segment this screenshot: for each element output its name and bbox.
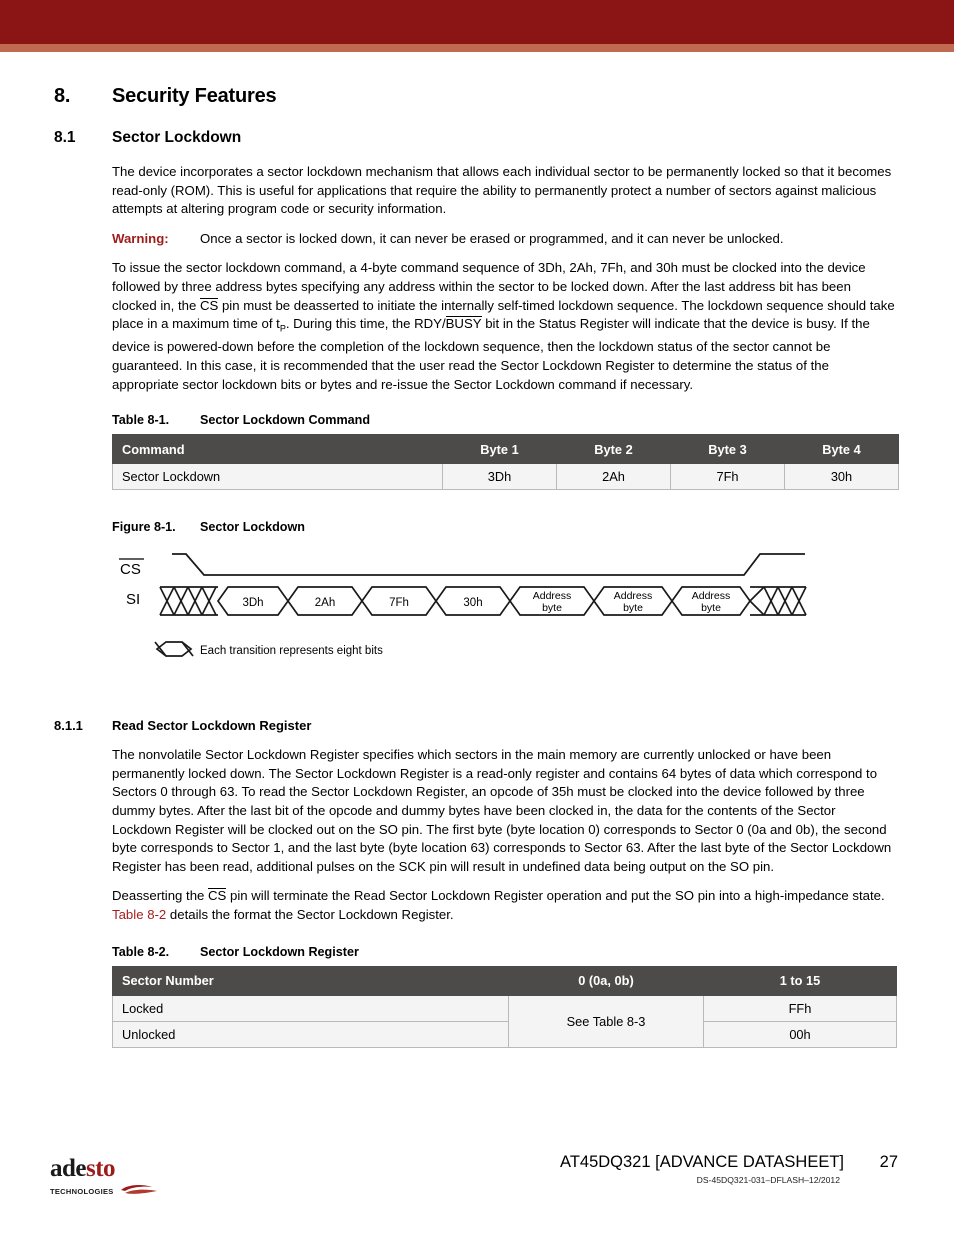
cs-waveform-label: CS	[119, 558, 144, 578]
table-8-1-caption-title: Sector Lockdown Command	[200, 413, 371, 428]
logo-tagline: TECHNOLOGIES	[50, 1186, 114, 1196]
figure-legend-text: Each transition represents eight bits	[200, 645, 383, 657]
table-8-2-cell-unlocked-value: 00h	[703, 1020, 897, 1048]
footer-doc-title: AT45DQ321 [ADVANCE DATASHEET]	[560, 1153, 844, 1171]
logo-wordmark: adesto	[50, 1155, 170, 1182]
warning-text: Once a sector is locked down, it can nev…	[200, 230, 784, 246]
figure-8-1-caption-title: Sector Lockdown	[200, 520, 305, 535]
paragraph-sector-lockdown-intro: The device incorporates a sector lockdow…	[112, 164, 892, 217]
cross-reference-table-8-2[interactable]: Table 8-2	[112, 907, 166, 922]
header-band-secondary	[0, 44, 954, 52]
table-8-2-cell-locked-value: FFh	[703, 994, 897, 1022]
subsubsection-title: Read Sector Lockdown Register	[112, 718, 312, 734]
table-8-1-cell-command: Sector Lockdown	[112, 463, 443, 491]
figure-legend: Each transition represents eight bits	[154, 641, 383, 658]
table-8-1-header-byte-3: Byte 3	[670, 434, 785, 465]
table-8-1-header-command: Command	[112, 434, 443, 465]
page-content: 8. Security Features 8.1 Sector Lockdown…	[0, 52, 954, 1048]
table-8-1-header-byte-1: Byte 1	[442, 434, 557, 465]
header-band-primary	[0, 0, 954, 44]
si-cell-address-byte-3: Address byte	[692, 590, 731, 614]
svg-text:byte: byte	[542, 602, 562, 614]
table-8-1-header-row: Command Byte 1 Byte 2 Byte 3 Byte 4	[112, 434, 899, 465]
paragraph-deassert-cs-part-c: details the format the Sector Lockdown R…	[166, 906, 454, 922]
subsection-title: Sector Lockdown	[112, 129, 242, 146]
figure-8-1-caption: Figure 8-1. Sector Lockdown	[0, 520, 954, 534]
table-8-2-header-sectors-1-15: 1 to 15	[703, 965, 897, 996]
table-sector-lockdown-command: Command Byte 1 Byte 2 Byte 3 Byte 4 Sect…	[112, 434, 899, 491]
page-footer: adesto TECHNOLOGIES AT45DQ321 [ADVANCE D…	[0, 1145, 954, 1215]
svg-text:CS: CS	[120, 561, 141, 578]
figure-sector-lockdown-waveform: CS SI 3Dh 2Ah 7Fh 30h Address byte Addre…	[0, 538, 954, 678]
paragraph-read-sector-lockdown: The nonvolatile Sector Lockdown Register…	[112, 747, 892, 874]
busy-signal-overline: BUSY	[445, 316, 482, 332]
table-8-2-caption: Table 8-2. Sector Lockdown Register	[0, 945, 954, 959]
waveform-diagram-svg: CS SI 3Dh 2Ah 7Fh 30h Address byte Addre…	[119, 553, 807, 658]
footer-document-id: DS-45DQ321-031–DFLASH–12/2012	[696, 1175, 840, 1185]
table-8-1-header-byte-4: Byte 4	[784, 434, 899, 465]
footer-document-info: AT45DQ321 [ADVANCE DATASHEET] 27 DS-45DQ…	[560, 1153, 898, 1185]
paragraph-deassert-cs-part-b: pin will terminate the Read Sector Lockd…	[226, 888, 885, 904]
si-cell-30h: 30h	[463, 597, 482, 609]
paragraph-deassert-cs: Deasserting the CS pin will terminate th…	[112, 887, 898, 924]
cs-signal-overline: CS	[199, 297, 219, 313]
section-title: Security Features	[112, 85, 277, 107]
svg-text:byte: byte	[701, 602, 721, 614]
cs-signal-overline-2: CS	[208, 888, 227, 904]
table-8-2-cell-locked-label: Locked	[112, 994, 509, 1022]
subsection-body: The device incorporates a sector lockdow…	[0, 163, 954, 394]
paragraph-issue-command-part-c: . During this time, the RDY/	[285, 316, 446, 332]
table-8-2-header-row: Sector Number 0 (0a, 0b) 1 to 15	[112, 965, 897, 996]
logo-tagline-row: TECHNOLOGIES	[50, 1182, 170, 1200]
legend-hexagon-icon	[155, 641, 193, 658]
warning-label: Warning:	[112, 230, 169, 246]
table-8-1-header-byte-2: Byte 2	[556, 434, 671, 465]
section-number: 8.	[54, 85, 71, 107]
svg-text:Address: Address	[533, 590, 572, 602]
table-row: Sector Lockdown 3Dh 2Ah 7Fh 30h	[112, 463, 899, 491]
table-8-1-cell-byte-2: 2Ah	[556, 463, 671, 491]
table-8-2-cell-see-table-8-3: See Table 8-3	[508, 994, 704, 1048]
table-8-2-caption-title: Sector Lockdown Register	[200, 944, 359, 959]
logo-wordmark-part1: ade	[50, 1155, 87, 1182]
table-8-1-cell-byte-4: 30h	[784, 463, 899, 491]
paragraph-deassert-cs-part-a: Deasserting the	[112, 888, 209, 904]
si-cell-labels: 3Dh 2Ah 7Fh 30h Address byte Address byt…	[242, 590, 730, 614]
si-cell-7fh: 7Fh	[389, 597, 409, 609]
subsection-heading: 8.1 Sector Lockdown	[0, 129, 954, 147]
table-8-2-header-sector-number: Sector Number	[112, 965, 509, 996]
footer-title-row: AT45DQ321 [ADVANCE DATASHEET] 27	[560, 1153, 898, 1172]
svg-text:byte: byte	[623, 602, 643, 614]
si-cell-3dh: 3Dh	[242, 597, 263, 609]
table-8-1-caption-number: Table 8-1.	[112, 413, 170, 428]
table-row: Locked See Table 8-3 FFh	[112, 994, 897, 1048]
paragraph-issue-command: To issue the sector lockdown command, a …	[112, 259, 898, 394]
subsubsection-heading: 8.1.1 Read Sector Lockdown Register	[0, 718, 954, 733]
svg-text:Address: Address	[614, 590, 653, 602]
si-waveform-label: SI	[126, 591, 140, 608]
subsubsection-number: 8.1.1	[54, 718, 83, 734]
cs-waveform-trace	[172, 553, 805, 577]
table-8-1-cell-byte-3: 7Fh	[670, 463, 785, 491]
footer-page-number: 27	[879, 1153, 898, 1171]
figure-8-1-caption-number: Figure 8-1.	[112, 520, 176, 535]
si-cell-address-byte-2: Address byte	[614, 590, 653, 614]
warning-note: Warning: Once a sector is locked down, i…	[112, 230, 898, 249]
si-cell-address-byte-1: Address byte	[533, 590, 572, 614]
svg-text:Address: Address	[692, 590, 731, 602]
table-8-2-caption-number: Table 8-2.	[112, 944, 170, 959]
subsection-number: 8.1	[54, 129, 76, 146]
table-8-1-cell-byte-1: 3Dh	[442, 463, 557, 491]
table-8-1-caption: Table 8-1. Sector Lockdown Command	[0, 413, 954, 427]
adesto-logo: adesto TECHNOLOGIES	[50, 1155, 170, 1200]
logo-swoosh-icon	[119, 1182, 159, 1200]
table-8-2-cell-unlocked-label: Unlocked	[112, 1020, 509, 1048]
subsubsection-body: The nonvolatile Sector Lockdown Register…	[0, 746, 954, 924]
section-heading: 8. Security Features	[0, 85, 954, 108]
table-row: Unlocked 00h	[112, 1020, 897, 1048]
logo-wordmark-part2: sto	[86, 1155, 116, 1182]
table-sector-lockdown-register: Sector Number 0 (0a, 0b) 1 to 15 Locked …	[112, 965, 897, 1048]
si-cell-2ah: 2Ah	[315, 597, 335, 609]
table-8-2-header-sector-0: 0 (0a, 0b)	[508, 965, 704, 996]
